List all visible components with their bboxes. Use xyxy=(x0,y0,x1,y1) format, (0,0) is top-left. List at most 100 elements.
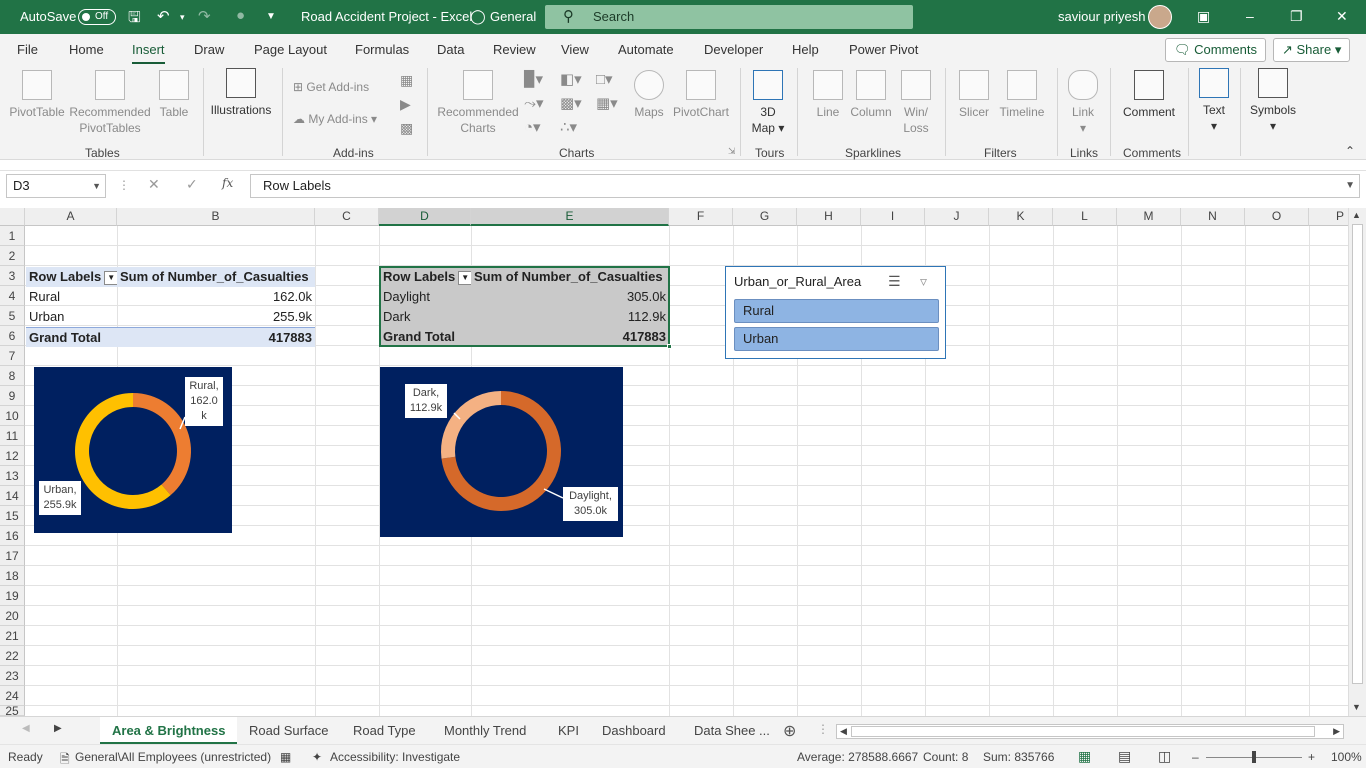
worksheet-grid[interactable]: A B C D E F G H I J K L M N O P 1 2 3 4 … xyxy=(0,208,1366,716)
table-button[interactable]: Table xyxy=(156,70,192,120)
row-header[interactable]: 8 xyxy=(0,366,25,386)
sheet-tab-road-surface[interactable]: Road Surface xyxy=(249,723,329,738)
column-header[interactable]: M xyxy=(1117,208,1181,226)
row-header[interactable]: 25 xyxy=(0,706,25,716)
row-header[interactable]: 15 xyxy=(0,506,25,526)
prev-sheet-icon[interactable]: ◀ xyxy=(22,723,30,734)
row-header[interactable]: 18 xyxy=(0,566,25,586)
pivot1-grand-total-label[interactable]: Grand Total xyxy=(26,327,117,347)
row-header[interactable]: 1 xyxy=(0,226,25,246)
column-header[interactable]: D xyxy=(379,208,471,226)
comments-button[interactable]: 🗨 Comments xyxy=(1165,38,1266,62)
column-header[interactable]: N xyxy=(1181,208,1245,226)
column-header[interactable]: E xyxy=(471,208,669,226)
page-break-view-icon[interactable]: ◫ xyxy=(1158,748,1171,765)
bing-maps-icon[interactable]: ▶ xyxy=(400,96,411,113)
slicer-item-urban[interactable]: Urban xyxy=(734,327,939,351)
fill-handle[interactable] xyxy=(667,344,672,349)
filter-dropdown-icon[interactable]: ▼ xyxy=(104,270,117,285)
column-header[interactable]: A xyxy=(25,208,117,226)
circle-icon[interactable]: ● xyxy=(236,7,245,24)
row-header[interactable]: 17 xyxy=(0,546,25,566)
collapse-ribbon-icon[interactable]: ⌃ xyxy=(1345,144,1355,158)
charts-dialog-launcher-icon[interactable]: ⇲ xyxy=(728,146,736,157)
cancel-icon[interactable]: ✕ xyxy=(148,176,160,193)
row-header[interactable]: 21 xyxy=(0,626,25,646)
row-header[interactable]: 4 xyxy=(0,286,25,306)
sheet-tab-road-type[interactable]: Road Type xyxy=(353,723,416,738)
column-header[interactable]: K xyxy=(989,208,1053,226)
row-header[interactable]: 6 xyxy=(0,326,25,346)
column-header[interactable]: L xyxy=(1053,208,1117,226)
column-header[interactable]: B xyxy=(117,208,315,226)
redo-icon[interactable]: ↷ xyxy=(198,7,211,25)
column-header[interactable]: C xyxy=(315,208,379,226)
pivot1-row-value[interactable]: 162.0k xyxy=(117,287,315,307)
timeline-button[interactable]: Timeline xyxy=(997,70,1047,120)
column-header[interactable]: F xyxy=(669,208,733,226)
search-box[interactable]: ⚲ Search xyxy=(545,5,913,29)
row-header[interactable]: 13 xyxy=(0,466,25,486)
symbols-button[interactable]: Symbols ▾ xyxy=(1248,68,1298,134)
row-header[interactable]: 20 xyxy=(0,606,25,626)
scroll-up-icon[interactable]: ▲ xyxy=(1352,210,1361,220)
link-button[interactable]: Link ▾ xyxy=(1066,70,1100,136)
dark-data-label[interactable]: Dark, 112.9k xyxy=(405,384,447,418)
column-header[interactable]: I xyxy=(861,208,925,226)
recommended-pivottables-button[interactable]: Recommended PivotTables xyxy=(68,70,152,136)
column-chart-icon[interactable]: ▉▾ xyxy=(524,70,543,88)
maps-button[interactable]: Maps xyxy=(632,70,666,120)
tab-insert[interactable]: Insert xyxy=(132,42,165,65)
undo-dropdown-icon[interactable]: ▾ xyxy=(180,12,185,23)
sparkline-column-button[interactable]: Column xyxy=(849,70,893,120)
tab-draw[interactable]: Draw xyxy=(194,42,224,57)
autosave-toggle[interactable]: Off xyxy=(78,9,116,25)
scroll-down-icon[interactable]: ▼ xyxy=(1352,702,1361,712)
user-name[interactable]: saviour priyesh xyxy=(1058,9,1145,24)
people-graph-icon[interactable]: ▩ xyxy=(400,120,413,137)
sensitivity-label[interactable]: General xyxy=(490,9,536,24)
status-average[interactable]: Average: 278588.6667 xyxy=(797,750,918,764)
scatter-chart-icon[interactable]: ∴▾ xyxy=(560,118,577,136)
zoom-out-icon[interactable]: – xyxy=(1192,750,1199,764)
combo-chart-icon[interactable]: ▦▾ xyxy=(596,94,618,112)
row-header[interactable]: 22 xyxy=(0,646,25,666)
pivottable-button[interactable]: PivotTable xyxy=(8,70,66,120)
scroll-left-icon[interactable]: ◀ xyxy=(840,726,847,737)
pivot1-row-label[interactable]: Urban xyxy=(26,307,117,327)
ribbon-display-icon[interactable]: ▣ xyxy=(1197,8,1210,25)
row-header[interactable]: 19 xyxy=(0,586,25,606)
my-addins-button[interactable]: ☁ My Add-ins ▾ xyxy=(293,112,377,126)
sheet-tab-kpi[interactable]: KPI xyxy=(558,723,579,738)
insert-function-icon[interactable]: fx xyxy=(222,176,233,190)
row-header[interactable]: 11 xyxy=(0,426,25,446)
row-header[interactable]: 16 xyxy=(0,526,25,546)
share-button[interactable]: ↗ Share ▾ xyxy=(1273,38,1351,62)
slicer-item-rural[interactable]: Rural xyxy=(734,299,939,323)
pivot1-row-value[interactable]: 255.9k xyxy=(117,307,315,327)
recommended-charts-button[interactable]: Recommended Charts xyxy=(437,70,519,136)
horizontal-scroll-thumb[interactable] xyxy=(851,726,1315,737)
line-chart-icon[interactable]: ⤳▾ xyxy=(524,94,544,112)
row-header[interactable]: 14 xyxy=(0,486,25,506)
column-header[interactable]: G xyxy=(733,208,797,226)
macro-record-icon[interactable]: ▦ xyxy=(280,750,291,764)
pie-chart-icon[interactable]: ◔▾ xyxy=(524,118,541,136)
visio-icon[interactable]: ▦ xyxy=(400,72,413,89)
sheet-tab-data-sheet[interactable]: Data Shee ... xyxy=(694,723,770,738)
tab-developer[interactable]: Developer xyxy=(704,42,763,57)
row-header[interactable]: 5 xyxy=(0,306,25,326)
enter-icon[interactable]: ✓ xyxy=(186,176,198,193)
pivot1-header-row-labels[interactable]: Row Labels ▼ xyxy=(26,267,117,287)
pivotchart-button[interactable]: PivotChart xyxy=(672,70,730,120)
hierarchy-chart-icon[interactable]: ◧▾ xyxy=(560,70,582,88)
tab-home[interactable]: Home xyxy=(69,42,104,57)
column-header[interactable]: O xyxy=(1245,208,1309,226)
pivot1-header-sum[interactable]: Sum of Number_of_Casualties xyxy=(117,267,315,287)
avatar[interactable] xyxy=(1148,5,1172,29)
formula-input[interactable]: Row Labels ▼ xyxy=(250,174,1360,198)
comment-button[interactable]: Comment xyxy=(1118,70,1180,120)
undo-icon[interactable]: ↶ xyxy=(157,7,170,25)
column-header[interactable]: H xyxy=(797,208,861,226)
tab-file[interactable]: File xyxy=(17,42,38,57)
